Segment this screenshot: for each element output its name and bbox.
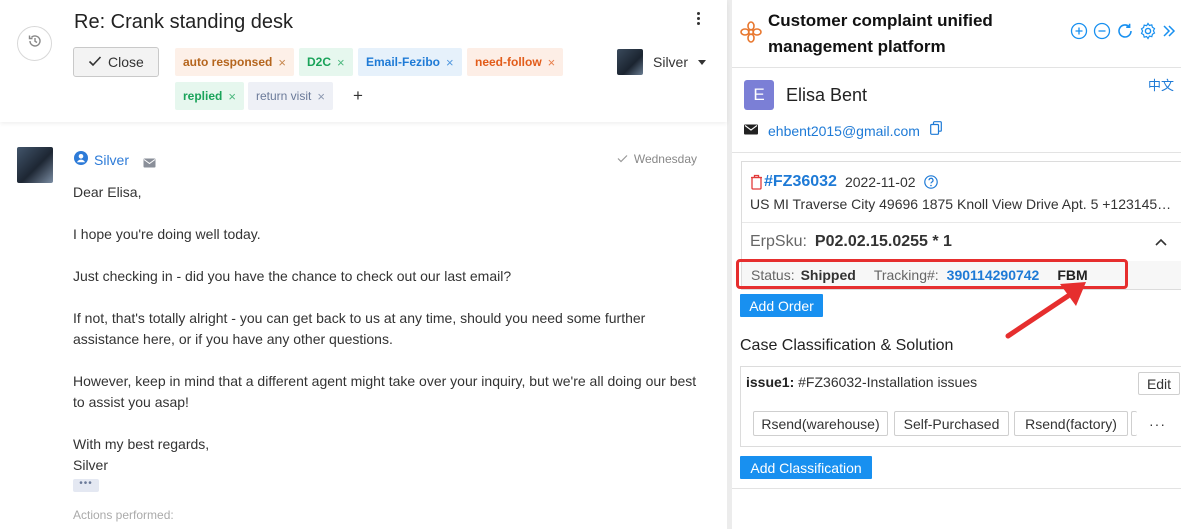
- message-body: Dear Elisa, I hope you're doing well tod…: [73, 182, 703, 476]
- message-item: Silver Wednesday Dear Elisa, I hope you'…: [0, 122, 727, 529]
- panel-toolbar: [1070, 22, 1176, 40]
- tag-remove-icon[interactable]: ×: [317, 89, 325, 104]
- erp-sku-label: ErpSku:: [750, 233, 807, 250]
- tag-label: return visit: [256, 89, 312, 103]
- solution-rsend-factory-button[interactable]: Rsend(factory): [1014, 411, 1128, 436]
- copy-icon[interactable]: [930, 121, 942, 140]
- tag-need-follow[interactable]: need-follow ×: [467, 48, 564, 76]
- tag-label: auto responsed: [183, 55, 273, 69]
- panel-title: Customer complaint unified management pl…: [768, 11, 993, 56]
- sender-avatar: [17, 147, 53, 183]
- ticket-header: Re: Crank standing desk Close auto respo…: [0, 0, 727, 122]
- user-icon: [74, 151, 88, 168]
- add-tag-button[interactable]: +: [353, 86, 363, 106]
- order-address: US MI Traverse City 49696 1875 Knoll Vie…: [750, 196, 1175, 212]
- tag-email-fezibo[interactable]: Email-Fezibo ×: [358, 48, 462, 76]
- help-icon[interactable]: [923, 175, 938, 189]
- refresh-icon[interactable]: [1116, 22, 1134, 40]
- divider: [742, 222, 1181, 223]
- settings-gear-icon[interactable]: [1139, 22, 1157, 40]
- body-paragraph: Just checking in - did you have the chan…: [73, 268, 512, 284]
- caret-down-icon: [698, 59, 707, 65]
- add-order-button[interactable]: Add Order: [740, 294, 823, 317]
- sender[interactable]: Silver: [74, 151, 129, 168]
- erp-sku-value: P02.02.15.0255 * 1: [814, 233, 952, 250]
- message-time: Wednesday: [617, 152, 697, 166]
- customer-name: Elisa Bent: [786, 85, 868, 105]
- tag-label: need-follow: [475, 55, 542, 69]
- solution-self-purchased-button[interactable]: Self-Purchased: [894, 411, 1009, 436]
- issue-text: #FZ36032-Installation issues: [798, 374, 978, 390]
- tag-remove-icon[interactable]: ×: [228, 89, 236, 104]
- actions-performed-label: Actions performed:: [73, 508, 174, 522]
- case-classification-title: Case Classification & Solution: [740, 337, 954, 354]
- signoff: With my best regards,: [73, 436, 210, 452]
- app-root: Re: Crank standing desk Close auto respo…: [0, 0, 1181, 529]
- tag-remove-icon[interactable]: ×: [337, 55, 345, 70]
- erp-sku-row: ErpSku: P02.02.15.0255 * 1: [750, 233, 952, 251]
- add-classification-button[interactable]: Add Classification: [740, 456, 872, 479]
- chevron-up-icon[interactable]: [1154, 234, 1168, 252]
- greeting: Dear Elisa,: [73, 184, 142, 200]
- body-paragraph: However, keep in mind that a different a…: [73, 373, 697, 410]
- assignee-avatar: [617, 49, 643, 75]
- more-options-icon[interactable]: [693, 10, 703, 30]
- history-icon: [27, 33, 43, 54]
- envelope-icon: [744, 122, 758, 140]
- annotation-arrow-icon: [1002, 280, 1092, 347]
- trash-icon[interactable]: [750, 174, 763, 190]
- issue-card: issue1: #FZ36032-Installation issues Edi…: [740, 366, 1181, 447]
- tag-return-visit[interactable]: return visit ×: [248, 82, 333, 110]
- assignee-dropdown[interactable]: Silver: [617, 49, 707, 75]
- panel-header: Customer complaint unified management pl…: [732, 0, 1181, 68]
- check-icon: [88, 54, 102, 70]
- signature: Silver: [73, 457, 109, 473]
- tag-d2c[interactable]: D2C ×: [299, 48, 353, 76]
- order-id[interactable]: #FZ36032: [764, 173, 837, 191]
- customer-email-row: ehbent2015@gmail.com: [744, 121, 942, 140]
- close-button-label: Close: [108, 54, 144, 70]
- customer-email[interactable]: ehbent2015@gmail.com: [768, 123, 920, 139]
- complaint-panel: Customer complaint unified management pl…: [732, 0, 1181, 529]
- ticket-pane: Re: Crank standing desk Close auto respo…: [0, 0, 727, 529]
- tag-label: Email-Fezibo: [366, 55, 441, 69]
- body-paragraph: If not, that's totally alright - you can…: [73, 310, 646, 347]
- sender-name: Silver: [94, 151, 130, 168]
- body-paragraph: I hope you're doing well today.: [73, 226, 261, 242]
- sent-check-icon: [617, 152, 628, 166]
- customer-avatar: E: [744, 80, 774, 110]
- assignee-name: Silver: [653, 54, 689, 70]
- tag-label: D2C: [307, 55, 332, 69]
- show-quoted-button[interactable]: •••: [73, 479, 99, 492]
- order-date: 2022-11-02: [844, 174, 916, 190]
- tag-label: replied: [183, 89, 223, 103]
- history-button[interactable]: [17, 26, 52, 61]
- edit-issue-button[interactable]: Edit: [1138, 372, 1180, 395]
- issue-label: issue1:: [746, 374, 795, 390]
- close-ticket-button[interactable]: Close: [73, 47, 159, 77]
- tag-remove-icon[interactable]: ×: [548, 55, 556, 70]
- ticket-title: Re: Crank standing desk: [74, 11, 294, 33]
- divider: [732, 152, 1181, 153]
- order-header: #FZ36032 2022-11-02: [750, 173, 938, 191]
- language-toggle[interactable]: 中文: [1148, 75, 1174, 94]
- solution-rsend-warehouse-button[interactable]: Rsend(warehouse): [753, 411, 888, 436]
- collapse-panel-icon[interactable]: [1162, 22, 1176, 40]
- zoom-out-icon[interactable]: [1093, 22, 1111, 40]
- more-solutions-icon[interactable]: ···: [1149, 416, 1166, 432]
- tag-auto-responsed[interactable]: auto responsed ×: [175, 48, 294, 76]
- divider: [732, 488, 1181, 489]
- message-time-label: Wednesday: [633, 152, 697, 166]
- issue-line: issue1: #FZ36032-Installation issues: [746, 374, 977, 390]
- tag-remove-icon[interactable]: ×: [278, 55, 286, 70]
- zoom-in-icon[interactable]: [1070, 22, 1088, 40]
- email-channel-icon: [143, 155, 156, 173]
- platform-logo-icon: [740, 21, 762, 48]
- solution-overflow-button[interactable]: [1131, 411, 1137, 436]
- tag-remove-icon[interactable]: ×: [446, 55, 454, 70]
- tag-replied[interactable]: replied ×: [175, 82, 244, 110]
